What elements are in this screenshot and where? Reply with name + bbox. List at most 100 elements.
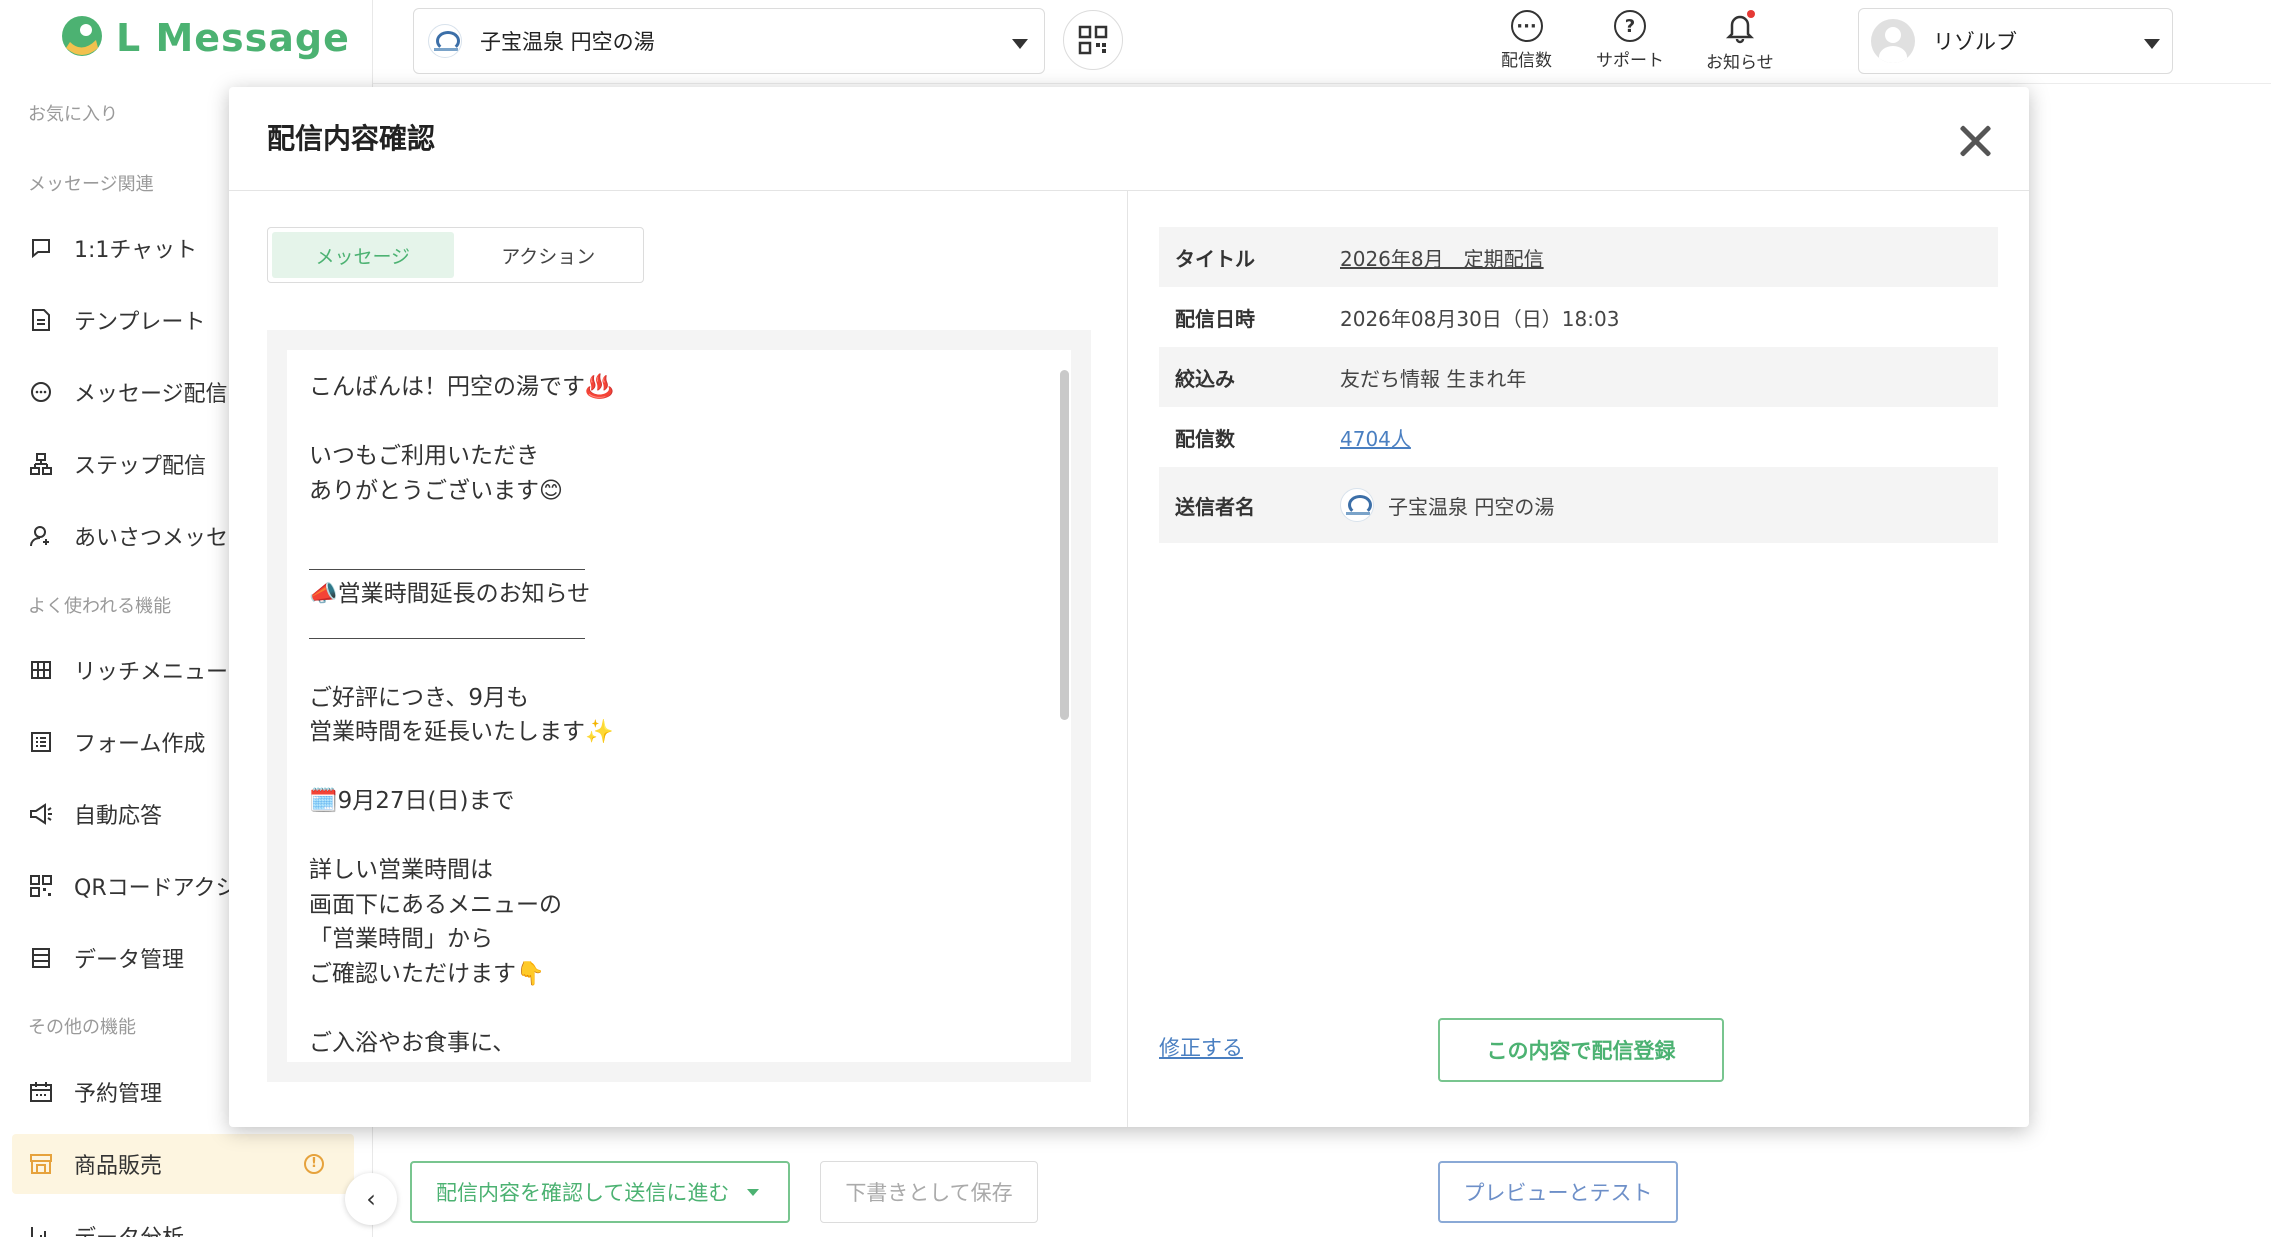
- sidebar-item-label: ステップ配信: [74, 454, 207, 479]
- modal-divider: [1127, 191, 1128, 1127]
- sidebar-item-label: リッチメニュー: [74, 660, 229, 685]
- sidebar-item-qr-action[interactable]: QRコードアクシ: [28, 856, 238, 916]
- help-icon: ?: [1614, 10, 1646, 42]
- send-count-label: 配信数: [1501, 51, 1552, 71]
- sidebar-item-label: 1:1チャット: [74, 238, 198, 263]
- sidebar-item-data-analysis[interactable]: データ分析 ›: [28, 1206, 184, 1237]
- sidebar-item-greeting[interactable]: あいさつメッセー: [28, 506, 250, 566]
- detail-label: 絞込み: [1175, 366, 1235, 391]
- document-icon: [28, 307, 54, 333]
- detail-row-title: タイトル 2026年8月 定期配信: [1159, 227, 1998, 287]
- sidebar-item-label: フォーム作成: [74, 732, 206, 757]
- user-menu[interactable]: リゾルブ: [1858, 8, 2173, 74]
- logo-text: L Message: [116, 16, 350, 60]
- detail-label: 送信者名: [1175, 494, 1255, 519]
- sender-name: 子宝温泉 円空の湯: [1388, 494, 1555, 519]
- notifications-button[interactable]: お知らせ: [1706, 10, 1774, 73]
- support-label: サポート: [1596, 51, 1664, 71]
- sidebar-item-reservation[interactable]: 予約管理: [28, 1062, 162, 1122]
- chevron-down-icon: [2144, 39, 2160, 49]
- account-select[interactable]: 子宝温泉 円空の湯: [413, 8, 1045, 74]
- tab-action[interactable]: アクション: [458, 232, 640, 278]
- top-header: 子宝温泉 円空の湯 ··· 配信数 ? サポート お知らせ リゾルブ: [373, 0, 2271, 84]
- section-favorites: お気に入り: [28, 104, 118, 125]
- sidebar-item-data-management[interactable]: データ管理: [28, 928, 184, 988]
- detail-row-date: 配信日時 2026年08月30日（日）18:03: [1159, 287, 1998, 347]
- message-preview-panel: こんばんは！円空の湯です♨️ いつもご利用いただき ありがとうございます😊 ＿＿…: [267, 330, 1091, 1082]
- account-logo-icon: [428, 24, 462, 58]
- sender-value: 子宝温泉 円空の湯: [1340, 488, 1554, 522]
- sidebar-item-chat[interactable]: 1:1チャット: [28, 218, 197, 278]
- message-bubble-icon: [28, 379, 54, 405]
- megaphone-icon: [28, 801, 54, 827]
- chart-icon: [28, 1223, 54, 1237]
- content-tabs: メッセージ アクション: [267, 227, 644, 283]
- user-name: リゾルブ: [1933, 30, 2017, 54]
- filter-value: 友だち情報 生まれ年: [1340, 366, 1527, 391]
- avatar: [1871, 19, 1915, 63]
- detail-row-count: 配信数 4704人: [1159, 407, 1998, 467]
- qr-icon: [1078, 25, 1108, 55]
- calendar-icon: [28, 1079, 54, 1105]
- sidebar-item-label: 商品販売: [74, 1154, 163, 1179]
- collapse-sidebar-button[interactable]: ‹: [345, 1173, 397, 1225]
- person-icon: [28, 523, 54, 549]
- chevron-left-icon: ‹: [366, 1185, 376, 1213]
- sender-logo-icon: [1340, 488, 1374, 522]
- sidebar-item-label: 予約管理: [74, 1082, 163, 1107]
- detail-row-filter: 絞込み 友だち情報 生まれ年: [1159, 347, 1998, 407]
- shop-icon: [28, 1151, 54, 1177]
- message-card[interactable]: こんばんは！円空の湯です♨️ いつもご利用いただき ありがとうございます😊 ＿＿…: [287, 350, 1071, 1062]
- chevron-down-icon: [1012, 39, 1028, 49]
- register-delivery-button[interactable]: この内容で配信登録: [1438, 1018, 1724, 1082]
- message-text: こんばんは！円空の湯です♨️ いつもご利用いただき ありがとうございます😊 ＿＿…: [309, 374, 614, 1056]
- warning-icon: !: [304, 1154, 324, 1174]
- modal-title: 配信内容確認: [267, 122, 436, 155]
- sidebar-item-label: テンプレート: [74, 310, 206, 335]
- send-count-button[interactable]: ··· 配信数: [1501, 10, 1552, 71]
- section-message-related: メッセージ関連: [28, 174, 154, 195]
- sidebar-item-label: メッセージ配信: [74, 382, 228, 407]
- count-value-link[interactable]: 4704人: [1340, 423, 1411, 452]
- detail-row-sender: 送信者名 子宝温泉 円空の湯: [1159, 467, 1998, 543]
- step-tree-icon: [28, 451, 54, 477]
- qr-icon: [28, 873, 54, 899]
- sidebar-item-label: 自動応答: [74, 804, 163, 829]
- sidebar-item-step-delivery[interactable]: ステップ配信: [28, 434, 206, 494]
- delivery-details: タイトル 2026年8月 定期配信 配信日時 2026年08月30日（日）18:…: [1159, 227, 1998, 543]
- message-bubble-icon: ···: [1510, 10, 1543, 42]
- qr-code-button[interactable]: [1063, 10, 1123, 70]
- sidebar-item-auto-reply[interactable]: 自動応答: [28, 784, 162, 844]
- title-value[interactable]: 2026年8月 定期配信: [1340, 243, 1544, 272]
- preview-test-button[interactable]: プレビューとテスト: [1438, 1161, 1678, 1223]
- app-logo[interactable]: L Message: [56, 12, 350, 64]
- close-icon[interactable]: [1957, 123, 1993, 159]
- sidebar-item-message-delivery[interactable]: メッセージ配信: [28, 362, 228, 422]
- chevron-right-icon: ›: [146, 1224, 155, 1237]
- edit-link[interactable]: 修正する: [1159, 1032, 1243, 1062]
- sidebar-item-label: あいさつメッセー: [74, 526, 251, 551]
- section-frequent: よく使われる機能: [28, 596, 172, 617]
- save-draft-button[interactable]: 下書きとして保存: [820, 1161, 1038, 1223]
- chat-icon: [28, 235, 54, 261]
- sidebar-item-rich-menu[interactable]: リッチメニュー: [28, 640, 228, 700]
- detail-label: 配信数: [1175, 426, 1235, 451]
- sidebar-item-form[interactable]: フォーム作成: [28, 712, 205, 772]
- sidebar-item-template[interactable]: テンプレート: [28, 290, 205, 350]
- detail-label: タイトル: [1175, 246, 1255, 271]
- tab-message[interactable]: メッセージ: [272, 232, 454, 278]
- form-icon: [28, 729, 54, 755]
- confirm-and-send-button[interactable]: 配信内容を確認して送信に進む: [410, 1161, 790, 1223]
- sidebar-item-label: QRコードアクシ: [74, 876, 238, 901]
- account-name: 子宝温泉 円空の湯: [480, 30, 655, 54]
- database-icon: [28, 945, 54, 971]
- sidebar-item-product-sales[interactable]: 商品販売 !: [12, 1134, 354, 1194]
- scrollbar[interactable]: [1060, 370, 1069, 720]
- sidebar-item-label: データ分析: [74, 1220, 184, 1237]
- detail-label: 配信日時: [1175, 306, 1255, 331]
- delivery-confirm-modal: 配信内容確認 メッセージ アクション こんばんは！円空の湯です♨️ いつもご利用…: [229, 87, 2029, 1127]
- section-other: その他の機能: [28, 1017, 136, 1038]
- confirm-label: 配信内容を確認して送信に進む: [436, 1181, 730, 1205]
- support-button[interactable]: ? サポート: [1596, 10, 1664, 71]
- caret-down-icon: [747, 1188, 760, 1196]
